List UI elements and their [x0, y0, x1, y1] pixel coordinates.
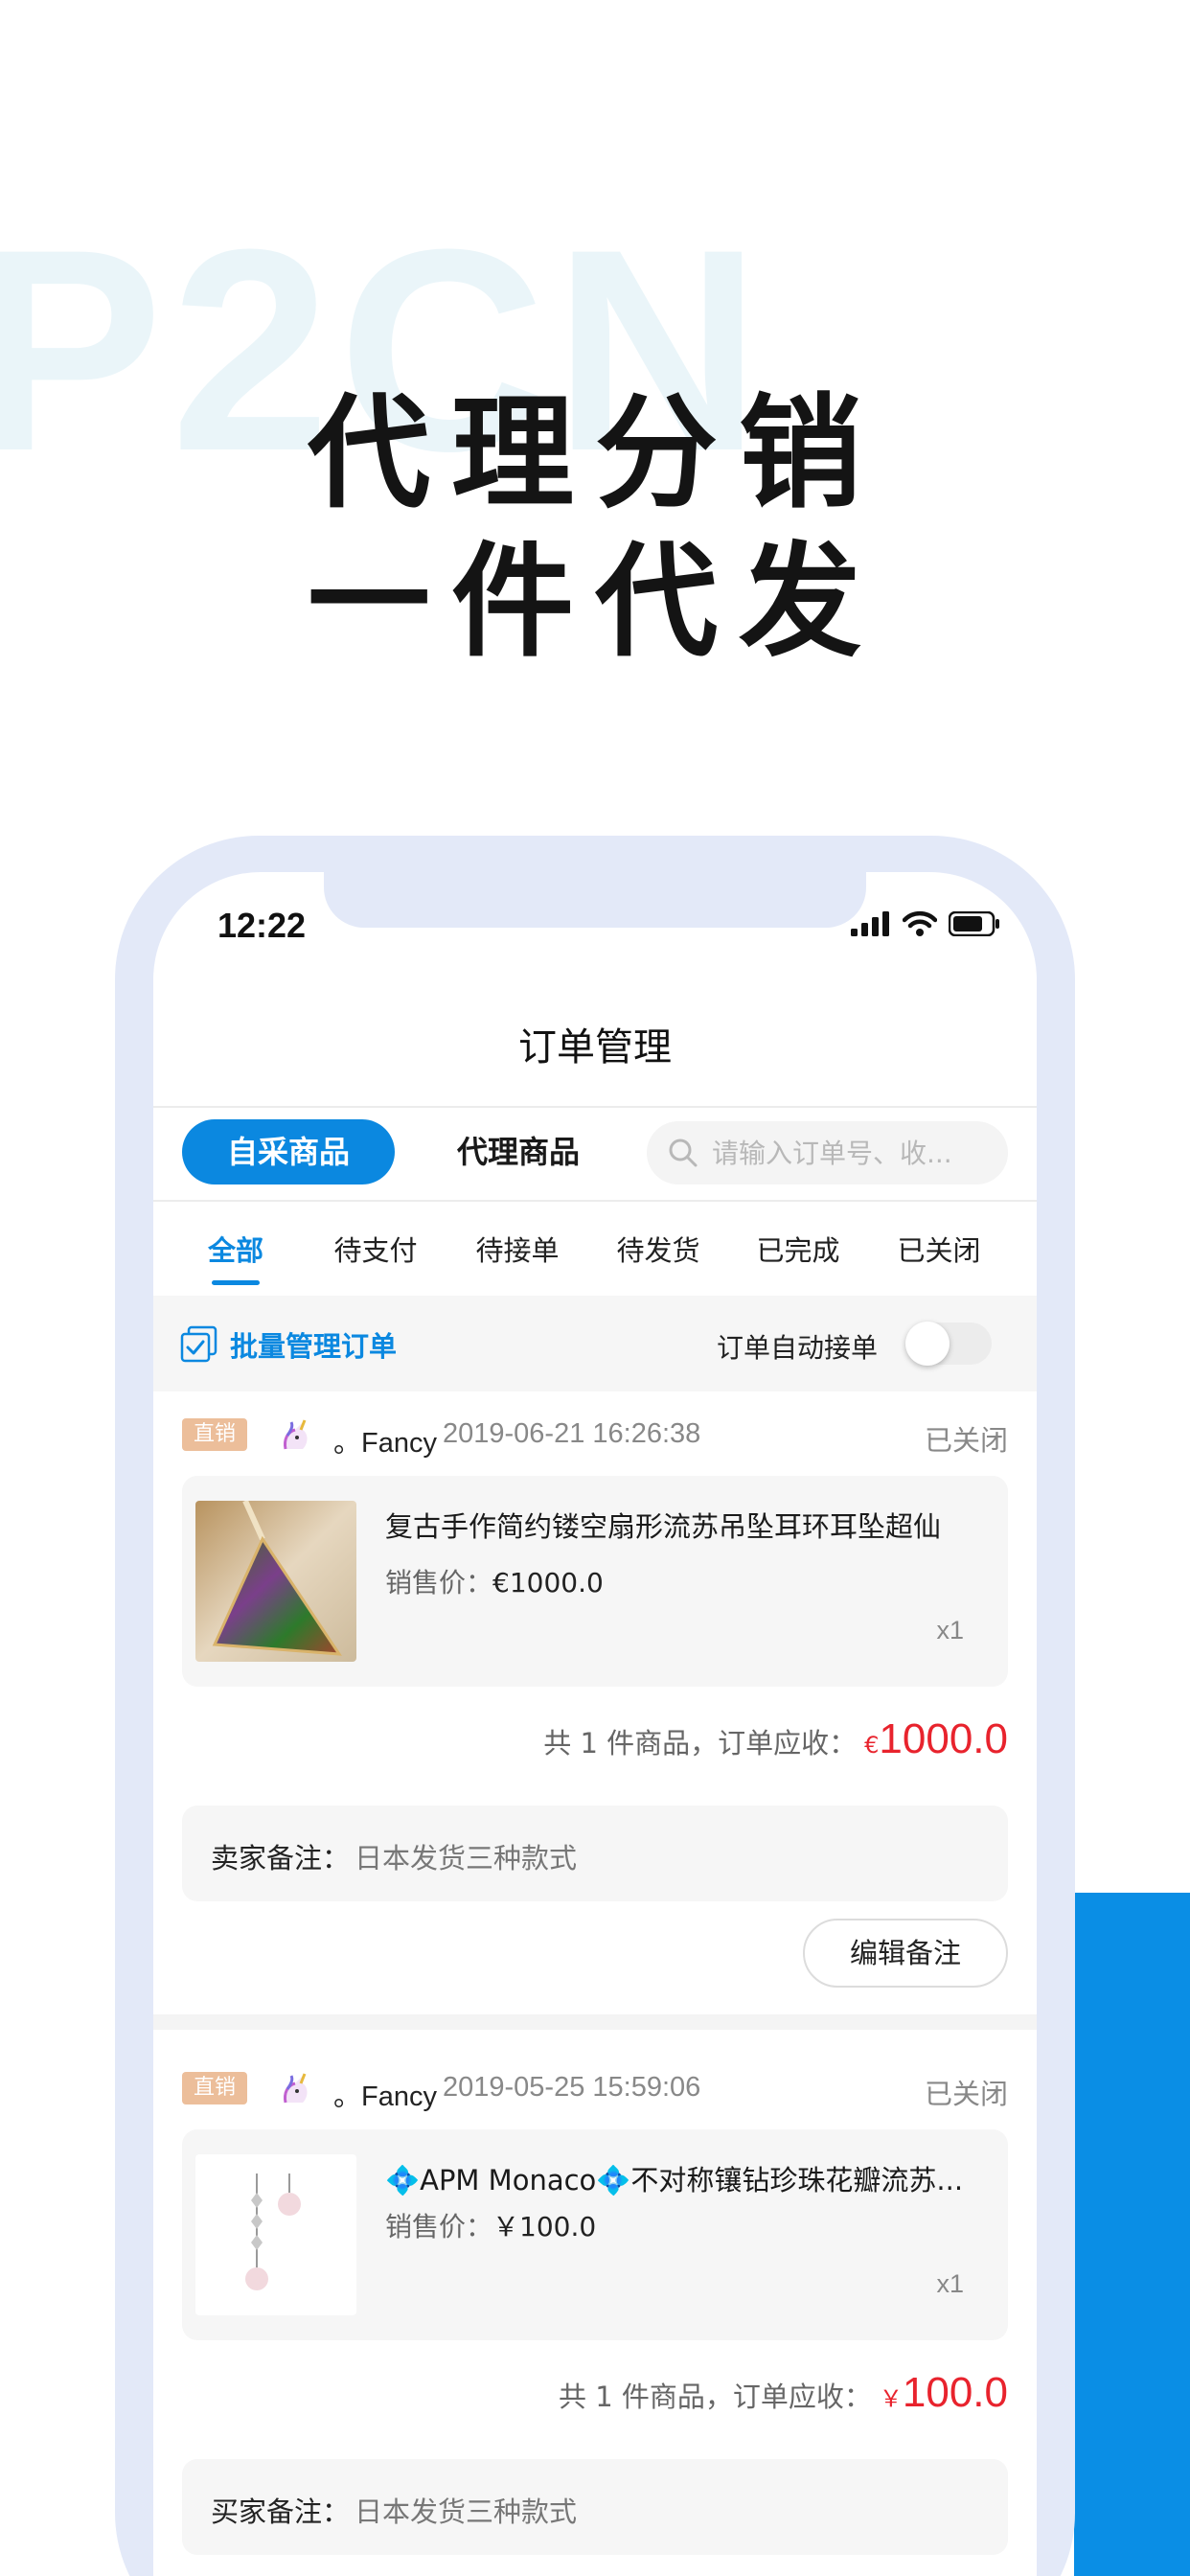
remark-value: 日本发货三种款式 — [355, 2496, 578, 2528]
order-item[interactable]: 复古手作简约镂空扇形流苏吊坠耳环耳坠超仙 销售价：€1000.0 x1 — [182, 1476, 1008, 1687]
order-status: 已关闭 — [924, 1424, 1008, 1457]
batch-select-icon — [180, 1325, 217, 1363]
order-status: 已关闭 — [924, 2078, 1008, 2110]
total-text: 共 1 件商品，订单应收： — [559, 2380, 872, 2413]
total-text: 共 1 件商品，订单应收： — [543, 1727, 858, 1760]
remark-label: 卖家备注： — [211, 1842, 351, 1874]
total-currency: ￥ — [879, 2385, 903, 2412]
tab-pending-payment[interactable]: 待支付 — [328, 1229, 423, 1269]
product-quantity: x1 — [936, 1616, 964, 1644]
product-title: 复古手作简约镂空扇形流苏吊坠耳环耳坠超仙 — [385, 1510, 942, 1543]
price-value: €1000.0 — [492, 1567, 604, 1598]
product-price: 销售价：€1000.0 — [385, 1562, 604, 1600]
order-time: 2019-05-25 15:59:06 — [443, 2072, 701, 2103]
cellular-signal-icon — [851, 911, 889, 936]
search-box[interactable] — [647, 1121, 1008, 1184]
store-name[interactable]: 。Fancy — [333, 2074, 437, 2114]
headline-line-2: 一件代发 — [307, 531, 882, 674]
product-quantity: x1 — [936, 2269, 964, 2298]
total-amount: 1000.0 — [879, 1715, 1008, 1762]
wifi-icon — [903, 910, 937, 936]
phone-screen: 12:22 订单管理 自采商品 代理商品 全部 待支付 待 — [153, 872, 1037, 2576]
phone-notch — [324, 872, 866, 928]
unicorn-icon — [284, 2073, 308, 2104]
active-tab-indicator — [212, 1280, 260, 1285]
batch-manage-button[interactable]: 批量管理订单 — [180, 1324, 397, 1365]
store-name[interactable]: 。Fancy — [333, 1420, 437, 1460]
headline-line-1: 代理分销 — [307, 382, 882, 525]
auto-accept-toggle[interactable] — [905, 1322, 992, 1366]
toggle-knob — [905, 1322, 950, 1366]
remark-value: 日本发货三种款式 — [355, 1842, 578, 1874]
tab-completed[interactable]: 已完成 — [750, 1229, 846, 1269]
nav-divider — [153, 1106, 1037, 1108]
product-thumbnail — [195, 1501, 356, 1662]
order-header: 直销 。Fancy 2019-06-21 16:26:38 已关闭 — [182, 1413, 1008, 1460]
order-time: 2019-06-21 16:26:38 — [443, 1418, 701, 1449]
price-label: 销售价： — [385, 2211, 493, 2242]
page-title: 订单管理 — [518, 1025, 672, 1070]
tab-all[interactable]: 全部 — [190, 1229, 282, 1269]
product-thumbnail — [195, 2154, 356, 2315]
order-type-badge: 直销 — [182, 1418, 247, 1451]
total-currency: € — [864, 1732, 880, 1759]
remark-box: 买家备注： 日本发货三种款式 — [182, 2459, 1008, 2555]
order-total: 共 1 件商品，订单应收： € 1000.0 — [543, 1715, 1008, 1763]
search-icon — [669, 1138, 698, 1167]
tab-closed[interactable]: 已关闭 — [891, 1229, 987, 1269]
segment-divider — [153, 1200, 1037, 1202]
order-header: 直销 。Fancy 2019-05-25 15:59:06 已关闭 — [182, 2066, 1008, 2114]
remark-box: 卖家备注： 日本发货三种款式 — [182, 1806, 1008, 1901]
product-title: 💠APM Monaco💠不对称镶钻珍珠花瓣流苏... — [385, 2164, 964, 2196]
batch-bar: 批量管理订单 订单自动接单 — [153, 1296, 1037, 1392]
edit-remark-button[interactable]: 编辑备注 — [803, 1919, 1008, 1988]
status-tabs: 全部 待支付 待接单 待发货 已完成 已关闭 — [153, 1229, 1037, 1286]
order-item[interactable]: 💠APM Monaco💠不对称镶钻珍珠花瓣流苏... 销售价：￥100.0 x1 — [182, 2129, 1008, 2340]
tab-pending-shipment[interactable]: 待发货 — [610, 1229, 706, 1269]
price-value: ￥100.0 — [492, 2211, 597, 2242]
order-type-badge: 直销 — [182, 2072, 247, 2104]
unicorn-icon — [284, 1419, 308, 1450]
segment-self-purchase[interactable]: 自采商品 — [182, 1119, 395, 1184]
order-separator — [153, 2014, 1037, 2030]
status-icons — [851, 910, 1000, 937]
order-total: 共 1 件商品，订单应收： ￥ 100.0 — [559, 2369, 1008, 2417]
battery-icon — [949, 911, 999, 936]
remark-label: 买家备注： — [211, 2496, 351, 2528]
decorative-blue-bar — [1074, 1893, 1190, 2576]
auto-accept-label: 订单自动接单 — [717, 1332, 879, 1364]
product-price: 销售价：￥100.0 — [385, 2206, 596, 2244]
segment-agent-products[interactable]: 代理商品 — [412, 1119, 625, 1184]
total-amount: 100.0 — [902, 2369, 1008, 2416]
batch-manage-label: 批量管理订单 — [230, 1330, 398, 1363]
price-label: 销售价： — [385, 1567, 493, 1598]
tab-pending-accept[interactable]: 待接单 — [469, 1229, 565, 1269]
status-time: 12:22 — [217, 906, 307, 945]
search-input[interactable] — [712, 1137, 990, 1169]
